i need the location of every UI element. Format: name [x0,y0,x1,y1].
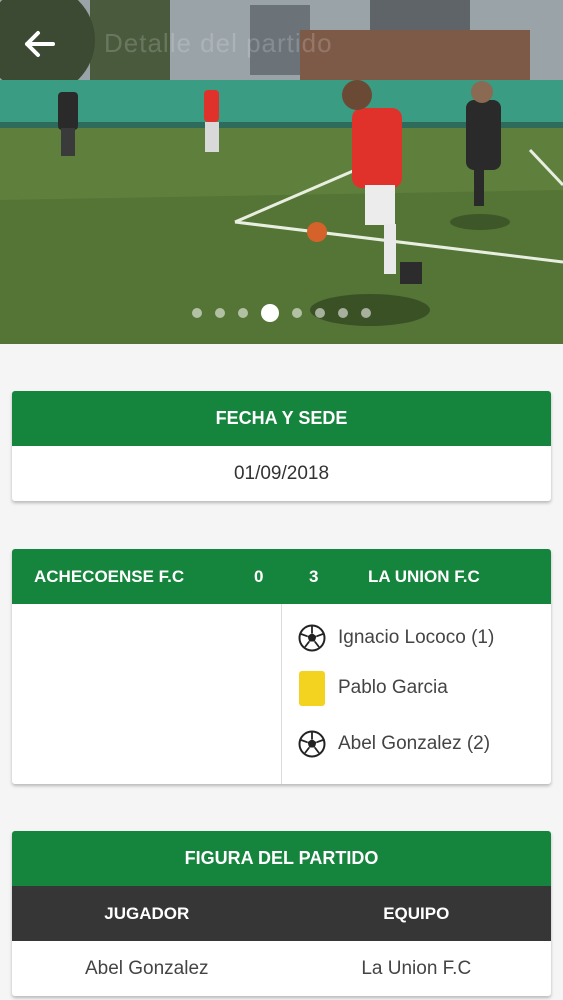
carousel-dot[interactable] [338,308,348,318]
away-team-name: LA UNION F.C [368,566,480,586]
carousel-dot[interactable] [315,308,325,318]
column-header-player: JUGADOR [104,903,190,923]
carousel-dot[interactable] [292,308,302,318]
match-detail-content: FECHA Y SEDE 01/09/2018 ACHECOENSE F.C 0… [0,344,563,1000]
event-item: Ignacio Lococo (1) [298,624,494,652]
man-of-the-match-card: FIGURA DEL PARTIDO JUGADOR EQUIPO Abel G… [12,831,551,996]
player-name: Abel Gonzalez [84,957,209,979]
event-text: Ignacio Lococo (1) [338,627,495,648]
home-events-column [12,604,282,784]
page-title: Detalle del partido [104,28,333,58]
carousel-indicator [0,304,563,322]
event-item: Pablo Garcia [298,670,448,706]
home-team-name: ACHECOENSE F.C [34,566,185,586]
event-text: Abel Gonzalez (2) [338,733,491,754]
carousel-dot[interactable] [192,308,202,318]
table-header: JUGADOR EQUIPO [12,886,551,941]
away-score: 3 [309,566,319,586]
yellow-card-icon [298,670,326,706]
carousel-dot[interactable] [361,308,371,318]
event-item: Abel Gonzalez (2) [298,730,490,758]
match-events: Ignacio Lococo (1) Pablo Garcia Abel Gon [12,604,551,784]
match-date: 01/09/2018 [233,462,330,484]
away-events-column: Ignacio Lococo (1) Pablo Garcia Abel Gon [282,604,551,784]
match-photo-carousel[interactable]: Detalle del partido [0,0,563,344]
date-venue-title: FECHA Y SEDE [12,391,551,446]
home-score: 0 [254,566,264,586]
event-text: Pablo Garcia [338,677,448,698]
carousel-dot[interactable] [215,308,225,318]
column-header-team: EQUIPO [383,903,450,923]
carousel-dot[interactable] [238,308,248,318]
soccer-ball-icon [298,730,326,758]
man-of-the-match-title: FIGURA DEL PARTIDO [12,831,551,886]
score-card: ACHECOENSE F.C 0 3 LA UNION F.C Ignacio … [12,549,551,784]
table-row: Abel Gonzalez La Union F.C [12,941,551,996]
carousel-dot-active[interactable] [261,304,279,322]
arrow-left-icon [25,31,55,57]
back-button[interactable] [20,26,60,62]
soccer-ball-icon [298,624,326,652]
score-header: ACHECOENSE F.C 0 3 LA UNION F.C [12,549,551,604]
date-venue-card: FECHA Y SEDE 01/09/2018 [12,391,551,501]
player-team: La Union F.C [361,957,472,979]
